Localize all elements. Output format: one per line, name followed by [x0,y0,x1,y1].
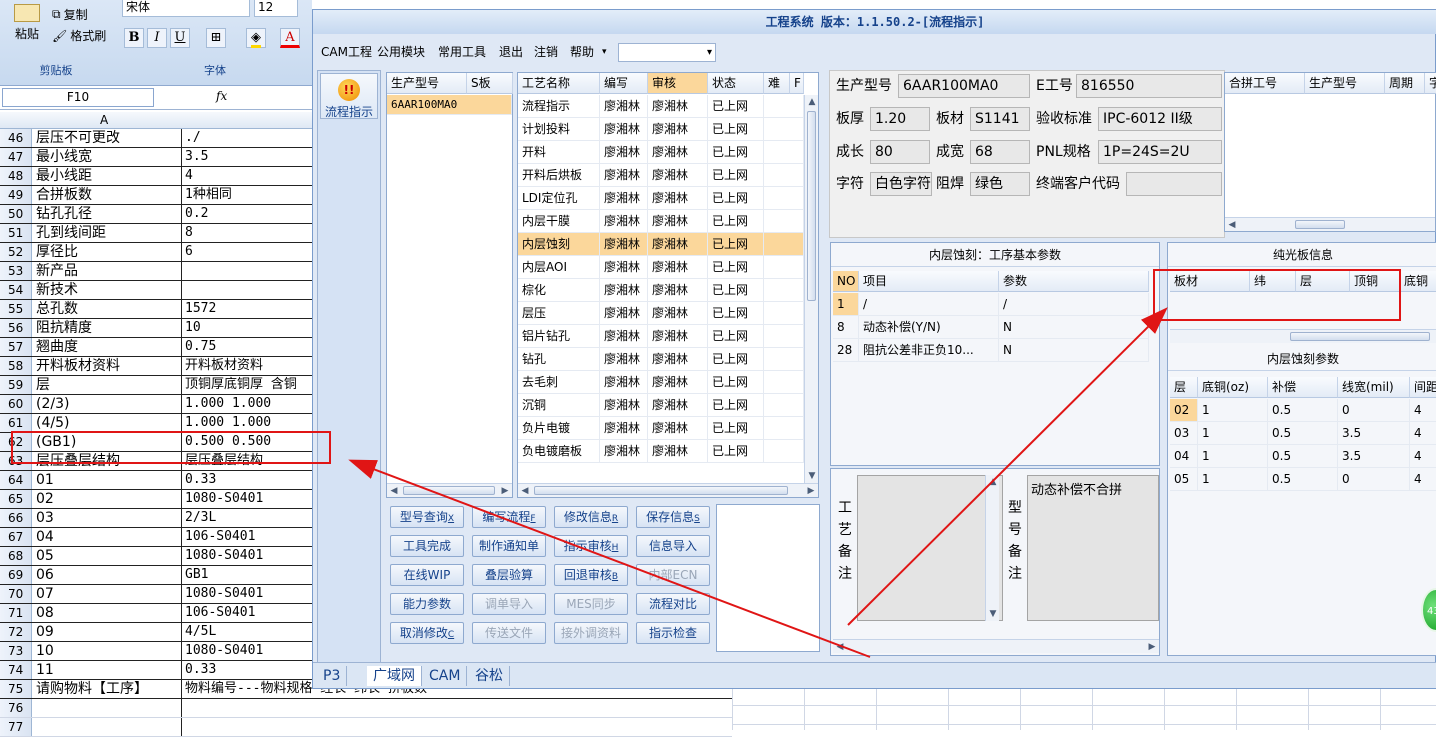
highlight-rect-left [11,431,331,464]
highlight-rect-right [1153,269,1401,321]
annotation-overlay [11,269,1401,658]
arrow-to-excel [348,459,871,658]
arrow-to-bare-board [847,307,1168,626]
